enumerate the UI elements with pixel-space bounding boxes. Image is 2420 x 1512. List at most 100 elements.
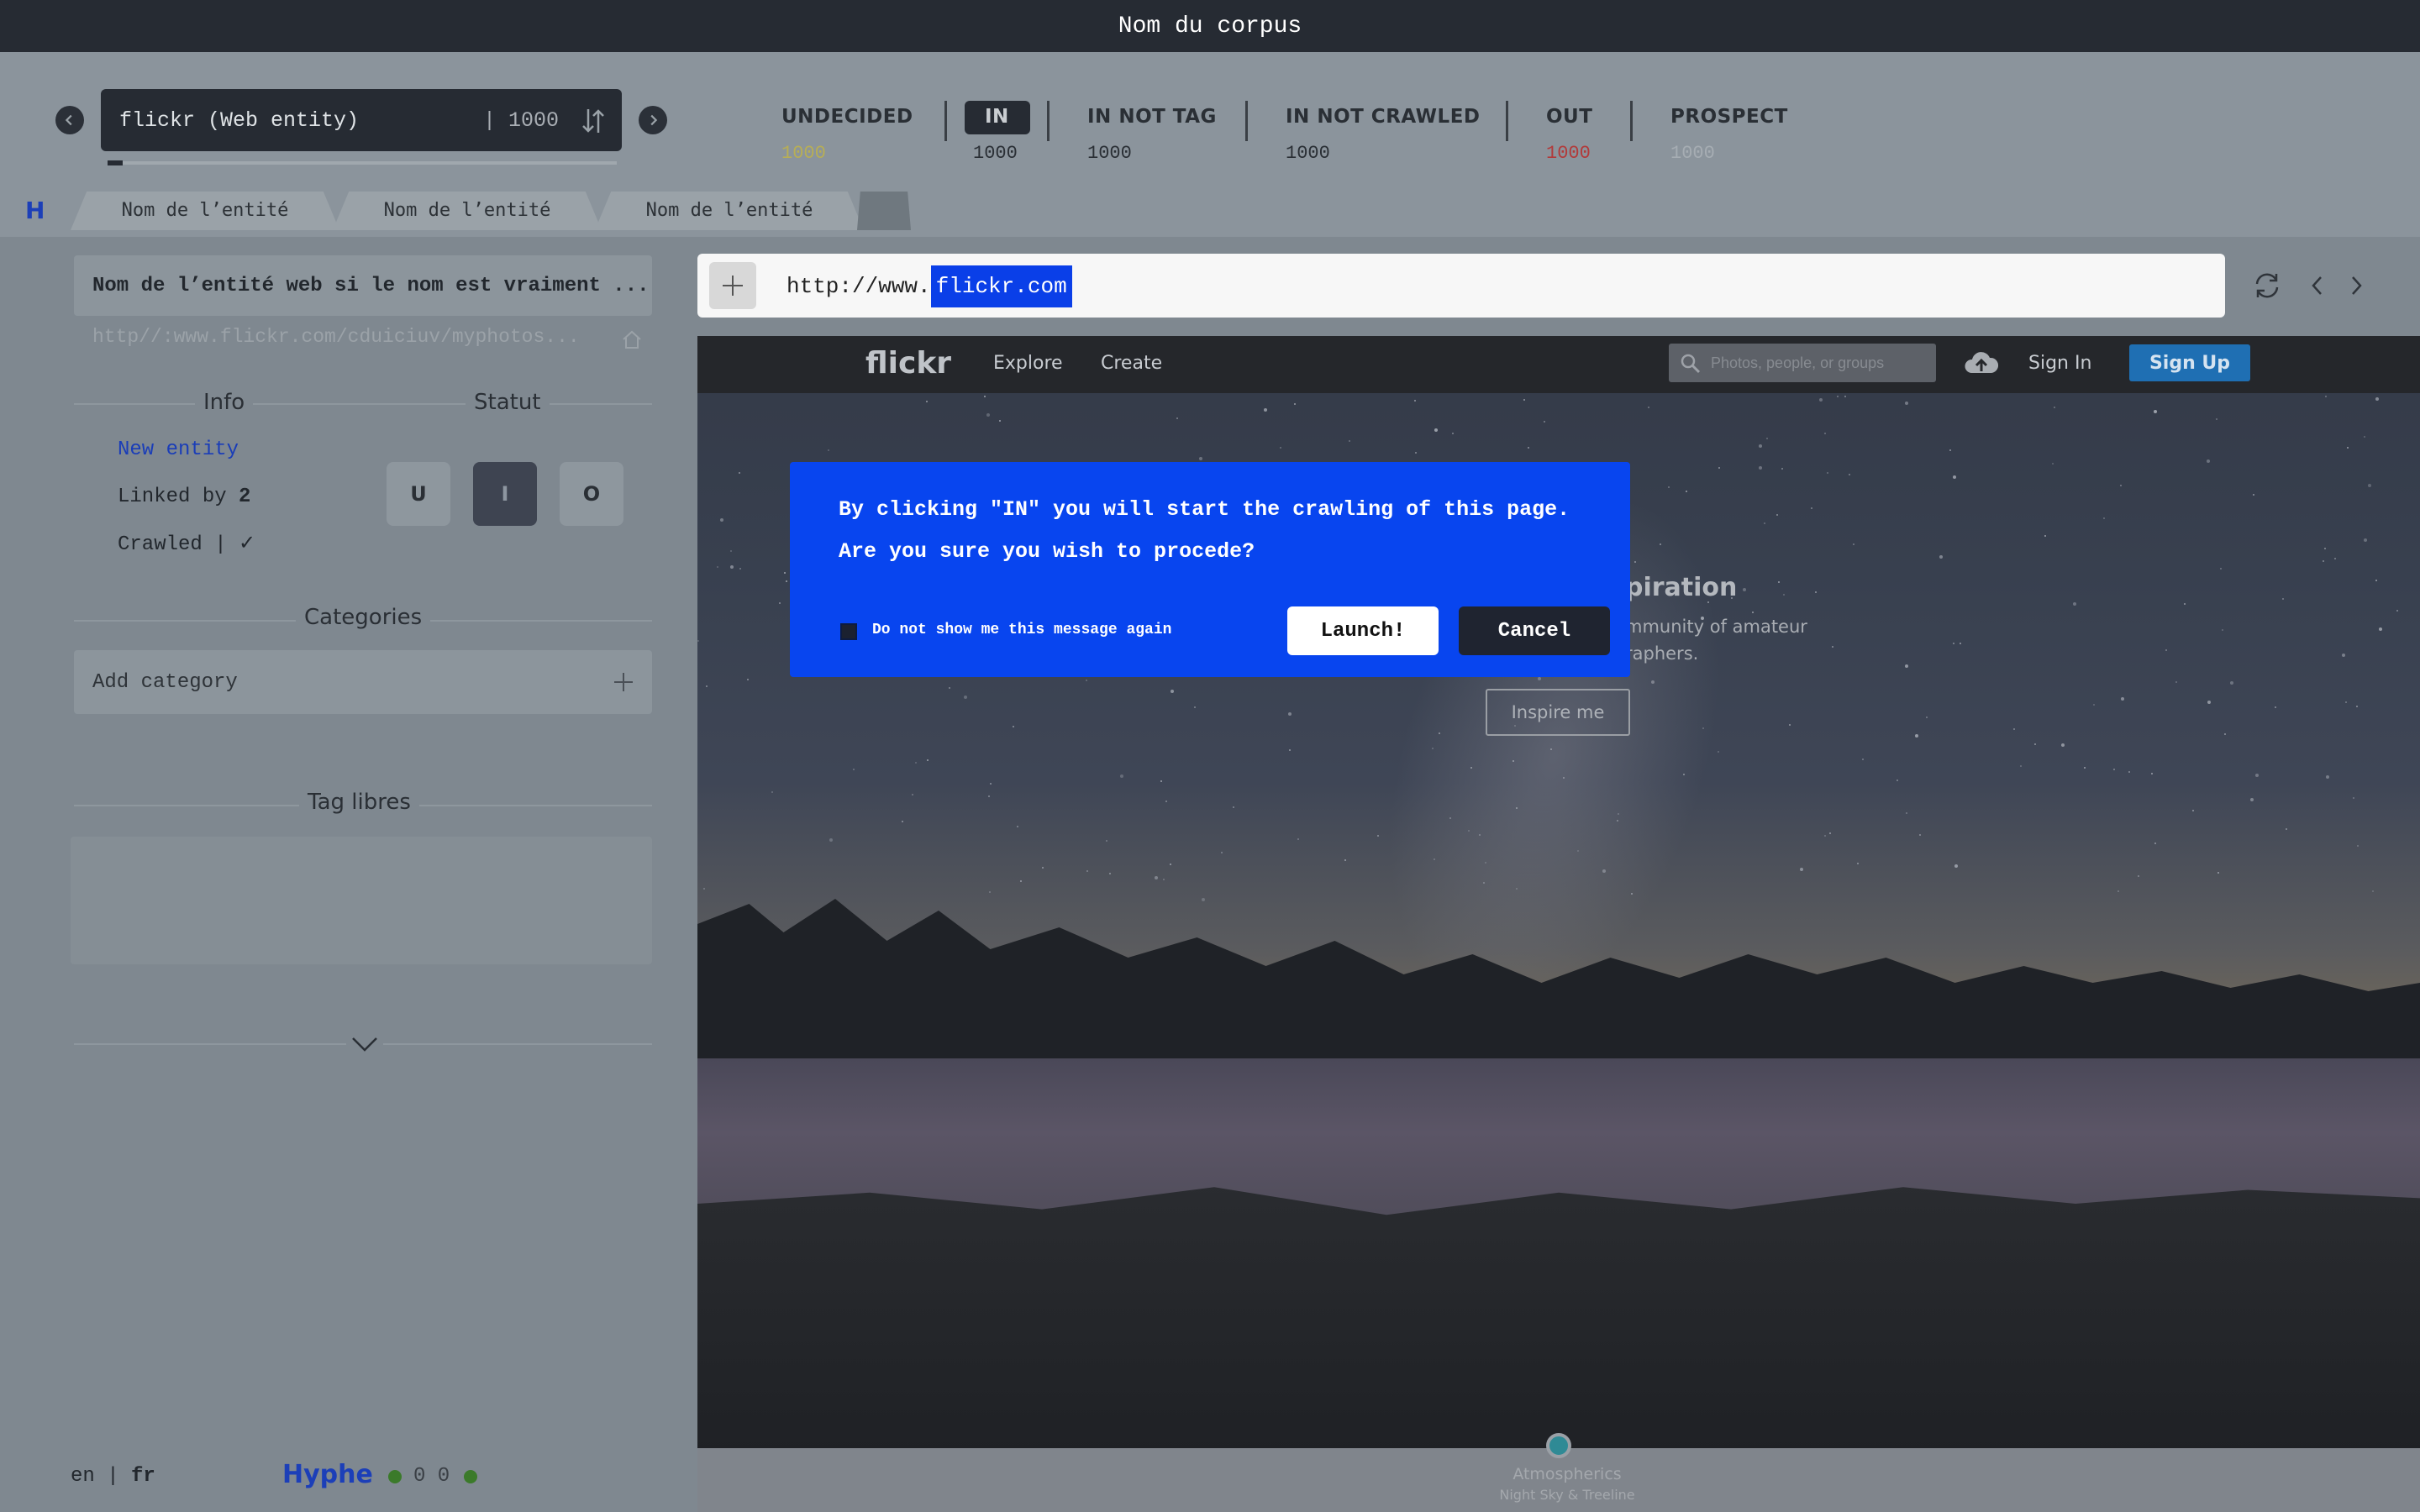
star (1194, 706, 1196, 708)
tab-divider (1506, 101, 1508, 141)
star (1915, 734, 1918, 738)
linked-by-count: 2 (239, 486, 251, 508)
lang-fr[interactable]: fr (131, 1465, 155, 1488)
crawled-check-icon: ✓ (239, 531, 256, 554)
chevron-down-icon[interactable] (346, 1030, 383, 1058)
add-category-input[interactable]: Add category (74, 650, 652, 714)
home-icon[interactable] (620, 328, 644, 351)
next-entity-button[interactable] (639, 106, 667, 134)
star (1783, 594, 1785, 596)
status-title: Statut (466, 390, 550, 415)
flickr-explore-link[interactable]: Explore (993, 353, 1063, 374)
star (2217, 872, 2219, 874)
tab-in-not-crawled-label: IN NOT CRAWLED (1286, 106, 1481, 128)
entity-tab-1[interactable]: Nom de l’entité (71, 190, 339, 230)
star (2282, 598, 2284, 600)
home-tab[interactable]: H (25, 197, 45, 224)
entity-name-field[interactable]: Nom de l’entité web si le nom est vraime… (74, 255, 652, 316)
back-button[interactable] (2299, 267, 2336, 304)
tags-area[interactable] (71, 837, 652, 964)
star (1953, 643, 1954, 644)
tags-title: Tag libres (299, 790, 419, 815)
flickr-logo[interactable]: flickr (865, 346, 951, 381)
star (2061, 743, 2065, 747)
star (747, 679, 749, 680)
star (2093, 704, 2095, 706)
star (2044, 535, 2046, 537)
entity-tab-3[interactable]: Nom de l’entité (595, 190, 864, 230)
dont-show-again-checkbox[interactable] (840, 623, 857, 640)
star (706, 685, 708, 687)
star (1528, 447, 1529, 449)
star (2121, 697, 2124, 701)
hero-title: piration (1625, 573, 1738, 602)
add-url-button[interactable] (709, 262, 756, 309)
star (1819, 398, 1823, 402)
star (1280, 447, 1281, 449)
star (1120, 774, 1123, 778)
status-out-button[interactable]: O (560, 462, 623, 526)
flickr-sign-up-button[interactable]: Sign Up (2129, 344, 2250, 381)
star (1815, 591, 1817, 593)
flickr-search-input[interactable]: Photos, people, or groups (1669, 344, 1936, 382)
star (1789, 724, 1791, 726)
upload-cloud-icon[interactable] (1963, 349, 2000, 378)
star (2224, 733, 2226, 735)
entity-selector[interactable]: flickr (Web entity) | 1000 (101, 89, 622, 151)
tab-prospect[interactable]: PROSPECT 1000 (1670, 106, 1788, 173)
forward-button[interactable] (2338, 267, 2375, 304)
star (2353, 797, 2354, 799)
plus-icon (723, 276, 743, 296)
flickr-sign-in-link[interactable]: Sign In (2028, 353, 2091, 374)
flickr-create-link[interactable]: Create (1101, 353, 1162, 374)
star (2230, 681, 2233, 685)
star (1764, 522, 1765, 524)
star (1824, 433, 1826, 434)
entity-tab-2[interactable]: Nom de l’entité (333, 190, 602, 230)
tab-in[interactable]: IN 1000 (973, 106, 1018, 173)
star (1960, 643, 1961, 644)
star (2345, 701, 2347, 703)
star (926, 401, 928, 402)
status-undecided-button[interactable]: U (387, 462, 450, 526)
categories-title: Categories (296, 605, 431, 630)
star (2138, 875, 2139, 877)
cancel-button[interactable]: Cancel (1459, 606, 1610, 655)
star (2151, 773, 2153, 774)
star (1906, 812, 1907, 814)
url-text[interactable]: http://www. flickr.com (786, 264, 1072, 309)
add-category-placeholder: Add category (92, 670, 238, 694)
entity-tab-more[interactable] (857, 192, 911, 230)
status-in-button[interactable]: I (473, 462, 537, 526)
inspire-me-button[interactable]: Inspire me (1486, 689, 1630, 736)
status-dot-icon (388, 1470, 402, 1483)
tab-in-not-crawled[interactable]: IN NOT CRAWLED 1000 (1286, 106, 1481, 173)
star (1294, 403, 1296, 405)
star (739, 472, 740, 474)
star (1829, 832, 1831, 834)
tab-out[interactable]: OUT 1000 (1546, 106, 1592, 173)
star (1155, 876, 1158, 879)
star (1766, 438, 1768, 439)
star (1648, 407, 1649, 408)
dont-show-again-label[interactable]: Do not show me this message again (872, 622, 1171, 638)
star (1862, 759, 1864, 760)
star (1013, 726, 1014, 727)
photographer-avatar[interactable] (1546, 1433, 1571, 1458)
star (1781, 468, 1783, 470)
star (988, 795, 990, 797)
reload-button[interactable] (2249, 267, 2286, 304)
star (1849, 474, 1850, 475)
lang-en[interactable]: en (71, 1465, 95, 1488)
star (2020, 765, 2022, 767)
crawled-label: Crawled | (118, 533, 227, 556)
entity-url: http//:www.flickr.com/cduiciuv/myphotos.… (92, 326, 580, 348)
plus-icon[interactable] (612, 670, 635, 694)
prev-entity-button[interactable] (55, 106, 84, 134)
sort-icon[interactable] (576, 104, 610, 138)
tab-undecided[interactable]: UNDECIDED 1000 (781, 106, 913, 173)
launch-button[interactable]: Launch! (1287, 606, 1439, 655)
star (720, 518, 723, 522)
tab-in-not-tag[interactable]: IN NOT TAG 1000 (1087, 106, 1217, 173)
star (1165, 801, 1167, 802)
